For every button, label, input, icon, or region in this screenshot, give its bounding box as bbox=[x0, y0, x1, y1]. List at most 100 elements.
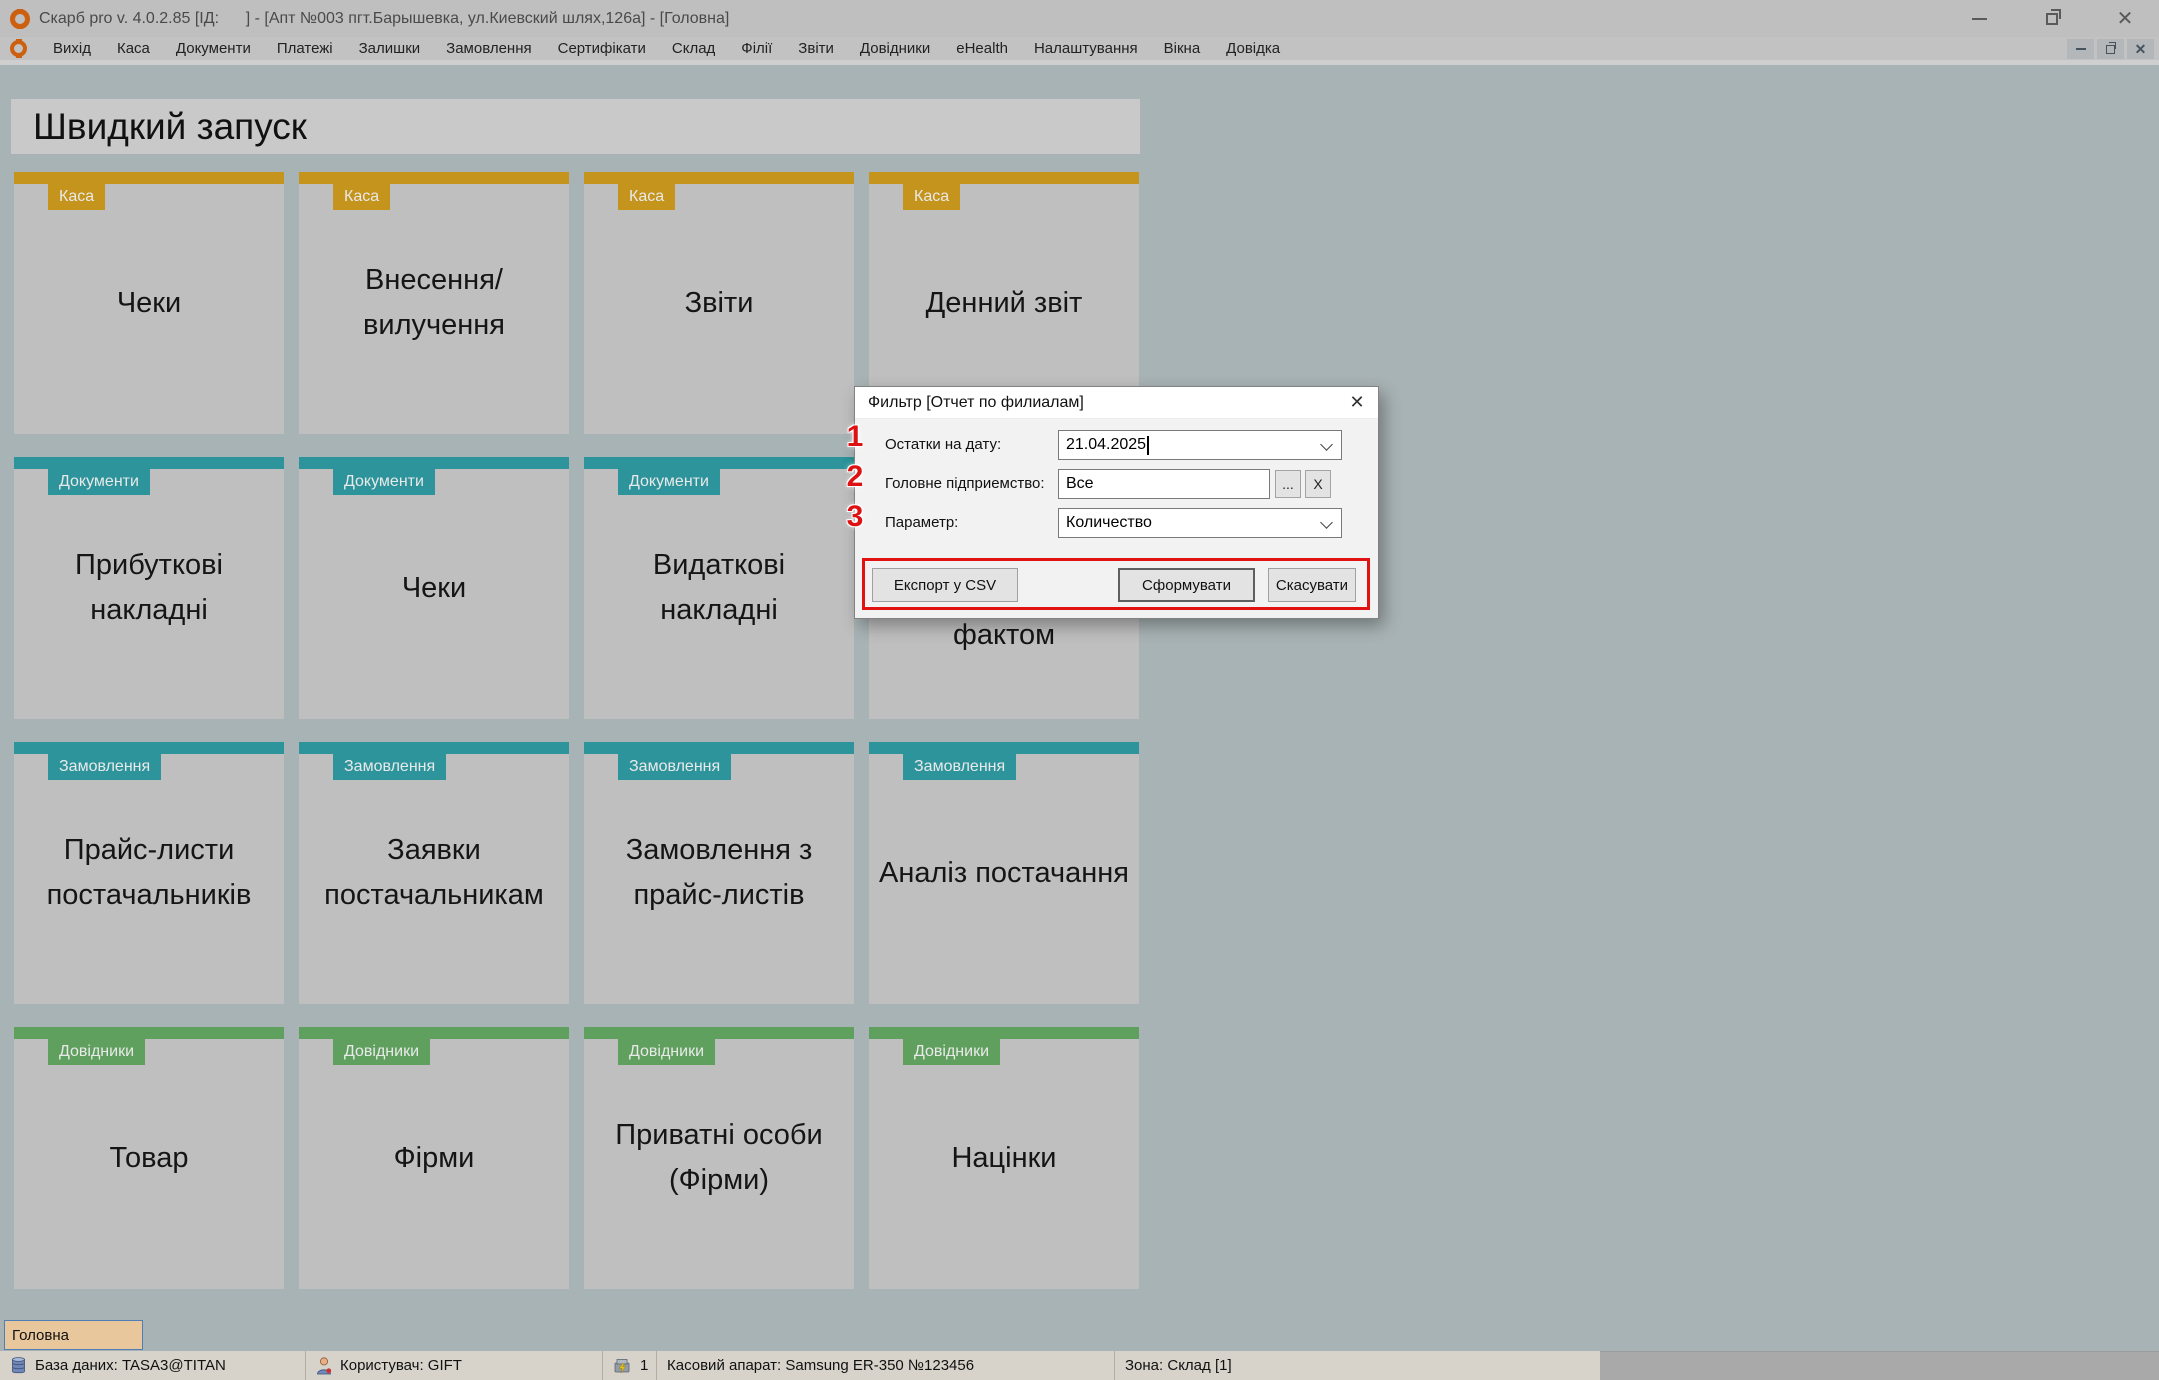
mdi-window-controls: ✕ bbox=[2067, 39, 2154, 59]
tile-label: Внесення/вилучення bbox=[363, 264, 505, 341]
menu-item-payments[interactable]: Платежі bbox=[277, 40, 333, 57]
tile-dok-vydatkovi[interactable]: Документи Видаткові накладні bbox=[584, 457, 854, 719]
cancel-button[interactable]: Скасувати bbox=[1268, 568, 1356, 602]
child-window-icon bbox=[10, 40, 27, 57]
window-controls: ✕ bbox=[1967, 0, 2137, 37]
tile-zam-price-lists[interactable]: Замовлення Прайс-листи постачальників bbox=[14, 742, 284, 1004]
tile-kasa-vnesennia[interactable]: Каса Внесення/вилучення bbox=[299, 172, 569, 434]
parameter-combo[interactable]: Количество bbox=[1058, 508, 1342, 538]
enterprise-field-label: Головне підприемство: bbox=[885, 475, 1045, 492]
status-database: База даних: TASA3@TITAN bbox=[0, 1351, 306, 1380]
status-bar: База даних: TASA3@TITAN Користувач: GIFT… bbox=[0, 1351, 1600, 1380]
tile-dok-cheky[interactable]: Документи Чеки bbox=[299, 457, 569, 719]
tile-label: Прайс-листи постачальників bbox=[46, 834, 252, 911]
mdi-minimize-button[interactable] bbox=[2067, 39, 2094, 59]
tile-kasa-zvity[interactable]: Каса Звіти bbox=[584, 172, 854, 434]
close-icon: ✕ bbox=[1349, 392, 1365, 412]
tile-zam-analiz[interactable]: Замовлення Аналіз постачання bbox=[869, 742, 1139, 1004]
menu-item-documents[interactable]: Документи bbox=[176, 40, 251, 57]
enterprise-value: Все bbox=[1066, 475, 1094, 492]
menu-item-orders[interactable]: Замовлення bbox=[446, 40, 531, 57]
close-icon: ✕ bbox=[2116, 7, 2134, 30]
status-session: 1 bbox=[603, 1351, 657, 1380]
tile-dov-natsinky[interactable]: Довідники Націнки bbox=[869, 1027, 1139, 1289]
mdi-close-button[interactable]: ✕ bbox=[2127, 39, 2154, 59]
restore-icon bbox=[2106, 41, 2116, 54]
enterprise-clear-button[interactable]: X bbox=[1305, 470, 1331, 498]
status-user-text: Користувач: GIFT bbox=[340, 1357, 462, 1374]
chevron-down-icon bbox=[1320, 438, 1333, 451]
menu-item-stock[interactable]: Залишки bbox=[359, 40, 421, 57]
status-register-text: Касовий апарат: Samsung ER-350 №123456 bbox=[667, 1357, 975, 1374]
tile-label: Товар bbox=[109, 1141, 189, 1174]
menu-item-help[interactable]: Довідка bbox=[1226, 40, 1280, 57]
status-database-text: База даних: TASA3@TITAN bbox=[35, 1357, 226, 1374]
tile-label: Фірми bbox=[393, 1141, 475, 1174]
status-register: Касовий апарат: Samsung ER-350 №123456 bbox=[657, 1351, 1115, 1380]
parameter-value: Количество bbox=[1066, 514, 1152, 531]
enterprise-browse-button[interactable]: ... bbox=[1275, 470, 1301, 498]
date-combo[interactable]: 21.04.2025 bbox=[1058, 430, 1342, 460]
status-zone-text: Зона: Склад [1] bbox=[1125, 1357, 1232, 1374]
tile-label: Звіти bbox=[684, 286, 754, 319]
menu-item-branches[interactable]: Філії bbox=[741, 40, 772, 57]
close-button[interactable]: ✕ bbox=[2113, 7, 2137, 31]
status-bar-filler bbox=[1600, 1351, 2159, 1380]
close-icon: ✕ bbox=[2134, 41, 2147, 57]
dialog-close-button[interactable]: ✕ bbox=[1336, 387, 1378, 418]
tile-dok-prybutkovi[interactable]: Документи Прибуткові накладні bbox=[14, 457, 284, 719]
menu-item-exit[interactable]: Вихід bbox=[53, 40, 91, 57]
tile-label: Чеки bbox=[116, 286, 182, 319]
tile-kasa-cheky[interactable]: Каса Чеки bbox=[14, 172, 284, 434]
annotation-2: 2 bbox=[846, 460, 864, 493]
window-title: Скарб pro v. 4.0.2.85 [ІД: ] - [Апт №003… bbox=[39, 9, 730, 27]
text-cursor bbox=[1147, 435, 1149, 455]
filter-dialog: Фильтр [Отчет по филиалам] ✕ Остатки на … bbox=[854, 386, 1379, 619]
minimize-button[interactable] bbox=[1967, 7, 1991, 31]
menu-bar: Вихід Каса Документи Платежі Залишки Зам… bbox=[0, 37, 2159, 60]
menu-item-settings[interactable]: Налаштування bbox=[1034, 40, 1138, 57]
tile-dov-firmy[interactable]: Довідники Фірми bbox=[299, 1027, 569, 1289]
menu-item-directories[interactable]: Довідники bbox=[860, 40, 930, 57]
menu-item-ehealth[interactable]: eHealth bbox=[956, 40, 1008, 57]
tile-zam-zamovlennia[interactable]: Замовлення Замовлення з прайс-листів bbox=[584, 742, 854, 1004]
tile-zam-zaiavky[interactable]: Замовлення Заявки постачальникам bbox=[299, 742, 569, 1004]
database-icon bbox=[10, 1356, 27, 1375]
title-bar: Скарб pro v. 4.0.2.85 [ІД: ] - [Апт №003… bbox=[0, 0, 2159, 37]
tile-label: Заявки постачальникам bbox=[324, 834, 544, 911]
tile-label: Замовлення з прайс-листів bbox=[625, 834, 813, 911]
menu-item-windows[interactable]: Вікна bbox=[1164, 40, 1201, 57]
menu-item-warehouse[interactable]: Склад bbox=[672, 40, 715, 57]
tile-label: Прибуткові накладні bbox=[75, 549, 223, 626]
restore-button[interactable] bbox=[2040, 7, 2064, 31]
tab-label: Головна bbox=[12, 1326, 69, 1344]
tile-dov-tovar[interactable]: Довідники Товар bbox=[14, 1027, 284, 1289]
quick-launch-header: Швидкий запуск bbox=[11, 99, 1140, 154]
application-window: Скарб pro v. 4.0.2.85 [ІД: ] - [Апт №003… bbox=[0, 0, 2159, 1380]
toolbar-strip bbox=[0, 60, 2159, 65]
tile-label: Чеки bbox=[401, 571, 467, 604]
export-csv-button[interactable]: Експорт у CSV bbox=[872, 568, 1018, 602]
mdi-restore-button[interactable] bbox=[2097, 39, 2124, 59]
dialog-title-bar[interactable]: Фильтр [Отчет по филиалам] ✕ bbox=[855, 387, 1378, 419]
tile-label: Націнки bbox=[951, 1141, 1057, 1174]
menu-item-reports[interactable]: Звіти bbox=[798, 40, 834, 57]
status-user: Користувач: GIFT bbox=[306, 1351, 603, 1380]
tile-label: Видаткові накладні bbox=[652, 549, 786, 626]
restore-icon bbox=[2046, 8, 2061, 25]
page-title: Швидкий запуск bbox=[33, 105, 307, 147]
menu-item-kasa[interactable]: Каса bbox=[117, 40, 150, 57]
generate-button[interactable]: Сформувати bbox=[1118, 568, 1255, 602]
status-session-count: 1 bbox=[640, 1357, 649, 1374]
enterprise-input[interactable]: Все bbox=[1058, 469, 1270, 499]
date-field-label: Остатки на дату: bbox=[885, 436, 1002, 453]
menu-item-certificates[interactable]: Сертифікати bbox=[558, 40, 646, 57]
date-value: 21.04.2025 bbox=[1066, 436, 1147, 453]
app-logo-icon bbox=[10, 8, 30, 29]
annotation-1: 1 bbox=[846, 420, 864, 453]
tab-holovna[interactable]: Головна bbox=[4, 1320, 143, 1350]
cash-register-icon bbox=[613, 1357, 632, 1374]
dialog-title: Фильтр [Отчет по филиалам] bbox=[868, 393, 1084, 411]
tile-label: Аналіз постачання bbox=[879, 856, 1129, 889]
tile-dov-pryvatni[interactable]: Довідники Приватні особи (Фірми) bbox=[584, 1027, 854, 1289]
